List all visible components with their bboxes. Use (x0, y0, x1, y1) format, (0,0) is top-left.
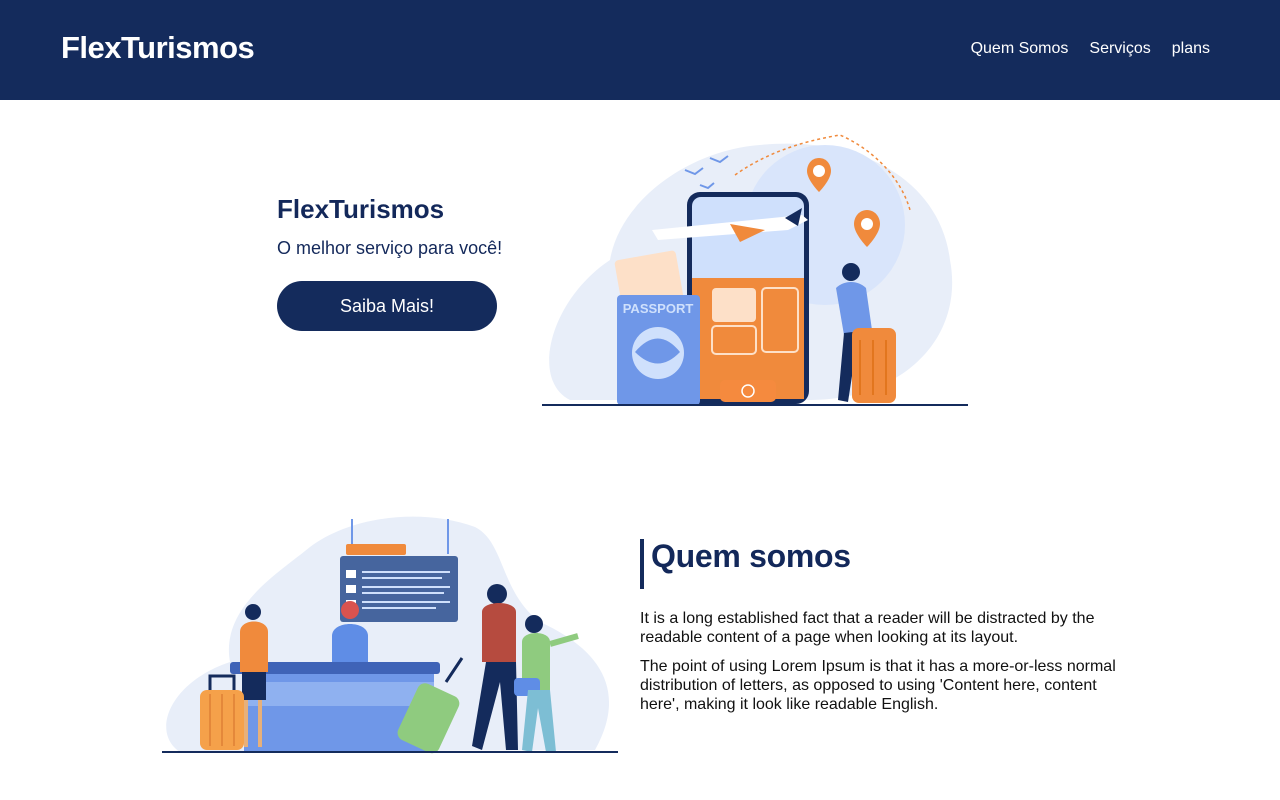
check-in-illustration (162, 516, 618, 754)
nav-link-plans[interactable]: plans (1172, 40, 1210, 58)
hero-subtitle: O melhor serviço para você! (277, 238, 503, 258)
about-title: Quem somos (651, 538, 851, 574)
travel-app-illustration: PASSPORT (542, 134, 968, 406)
brand-logo[interactable]: FlexTurismos (61, 30, 255, 66)
about-paragraph-2: The point of using Lorem Ipsum is that i… (640, 658, 1116, 713)
hero-title: FlexTurismos (277, 194, 445, 224)
nav-link-servicos[interactable]: Serviços (1089, 40, 1150, 58)
section-accent-bar (640, 539, 644, 589)
saiba-mais-button[interactable]: Saiba Mais! (277, 281, 497, 331)
site-header: FlexTurismos Quem Somos Serviços plans (0, 0, 1280, 100)
about-paragraph-1: It is a long established fact that a rea… (640, 610, 1095, 646)
main-nav: Quem Somos Serviços plans (971, 40, 1210, 58)
passport-label: PASSPORT (623, 301, 694, 316)
nav-link-quem-somos[interactable]: Quem Somos (971, 40, 1069, 58)
